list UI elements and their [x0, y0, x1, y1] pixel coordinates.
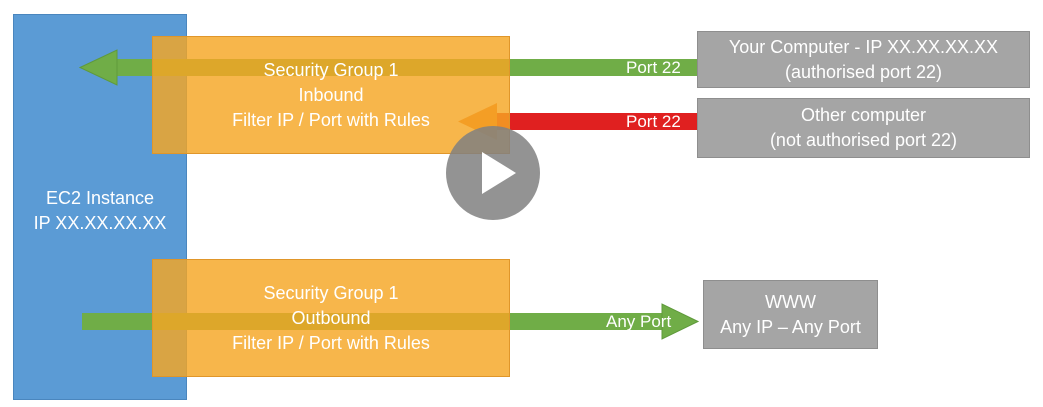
security-group-inbound-box: Security Group 1 Inbound Filter IP / Por… [152, 36, 510, 154]
other-computer-label: Other computer (not authorised port 22) [698, 99, 1029, 157]
inbound-direction: Inbound [298, 84, 364, 105]
www-note: Any IP – Any Port [720, 316, 861, 337]
outbound-rule: Filter IP / Port with Rules [232, 332, 430, 353]
your-computer-note: (authorised port 22) [784, 61, 943, 82]
security-group-inbound-label: Security Group 1 Inbound Filter IP / Por… [153, 37, 509, 153]
play-button[interactable] [446, 126, 540, 220]
inbound-rule: Filter IP / Port with Rules [232, 109, 430, 130]
www-title: WWW [765, 291, 816, 312]
outbound-direction: Outbound [291, 307, 371, 328]
inbound-allowed-arrowhead [78, 49, 118, 86]
other-computer-note: (not authorised port 22) [769, 130, 958, 150]
other-computer-title: Other computer [800, 105, 927, 125]
inbound-allowed-port-label: Port 22 [626, 58, 681, 77]
www-box: WWW Any IP – Any Port [703, 280, 878, 349]
inbound-title: Security Group 1 [263, 59, 399, 80]
inbound-denied-port-label: Port 22 [626, 112, 681, 131]
outbound-title: Security Group 1 [263, 282, 399, 303]
outbound-port-label: Any Port [606, 312, 672, 331]
security-group-outbound-box: Security Group 1 Outbound Filter IP / Po… [152, 259, 510, 377]
play-icon [482, 152, 516, 194]
your-computer-ip: Your Computer - IP XX.XX.XX.XX [728, 36, 999, 57]
security-group-outbound-label: Security Group 1 Outbound Filter IP / Po… [153, 260, 509, 376]
your-computer-box: Your Computer - IP XX.XX.XX.XX (authoris… [697, 31, 1030, 88]
your-computer-label: Your Computer - IP XX.XX.XX.XX (authoris… [698, 32, 1029, 87]
other-computer-box: Other computer (not authorised port 22) [697, 98, 1030, 158]
www-label: WWW Any IP – Any Port [704, 281, 877, 348]
